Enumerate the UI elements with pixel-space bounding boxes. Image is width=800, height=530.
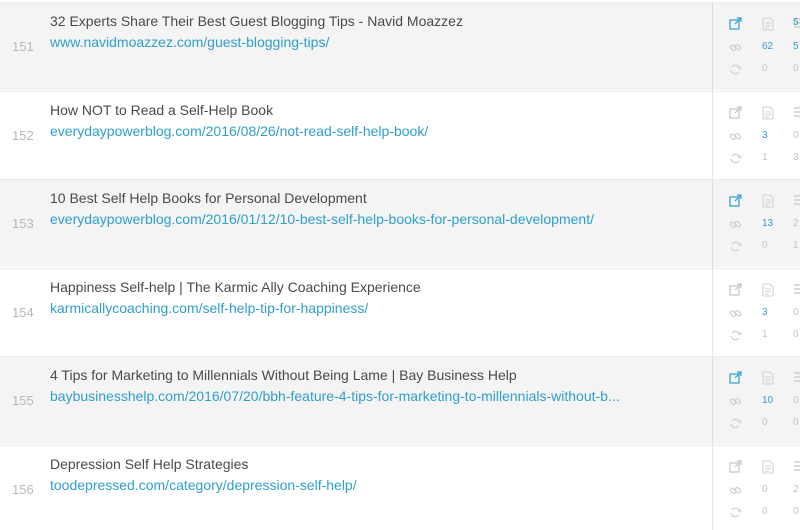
result-url-link[interactable]: everydaypowerblog.com/2016/08/26/not-rea… (50, 123, 720, 139)
external-link-icon[interactable] (729, 194, 743, 208)
result-title: Depression Self Help Strategies (50, 456, 249, 472)
side-metric-mid: 2 (793, 484, 799, 495)
row-number: 156 (12, 482, 34, 497)
page-icon (762, 194, 776, 208)
result-title: 32 Experts Share Their Best Guest Bloggi… (50, 13, 463, 29)
share-arrow-icon (729, 417, 743, 431)
share-arrow-icon (729, 63, 743, 77)
row-number: 155 (12, 393, 34, 409)
metrics-panel: 10 0 0 0 (712, 357, 800, 446)
menu-lines-icon (793, 460, 800, 474)
side-metric-bottom: 0 (793, 328, 799, 340)
side-metric-top: 5 (793, 17, 799, 28)
share-arrow-icon (729, 240, 743, 254)
result-title: 10 Best Self Help Books for Personal Dev… (50, 190, 367, 207)
result-url-link[interactable]: baybusinesshelp.com/2016/07/20/bbh-featu… (50, 388, 720, 404)
page-icon (762, 460, 776, 474)
share-arrow-icon (729, 506, 743, 520)
results-list: 151 32 Experts Share Their Best Guest Bl… (0, 0, 800, 530)
menu-lines-icon (793, 194, 800, 208)
side-metric-mid: 2 (793, 218, 799, 230)
links-count: 0 (762, 484, 768, 495)
external-link-icon[interactable] (729, 17, 743, 31)
result-url-link[interactable]: www.navidmoazzez.com/guest-blogging-tips… (50, 34, 720, 50)
metrics-panel: 3 0 1 0 (712, 268, 800, 357)
shares-count: 0 (762, 506, 768, 517)
page-icon (762, 283, 776, 297)
side-metric-mid: 0 (793, 395, 799, 407)
shares-count: 0 (762, 63, 768, 74)
link-chain-icon (729, 41, 743, 55)
row-number: 152 (12, 127, 34, 143)
menu-lines-icon (793, 371, 800, 385)
menu-lines-icon (793, 283, 800, 297)
result-row: 153 10 Best Self Help Books for Personal… (0, 179, 800, 269)
page-icon (762, 17, 776, 31)
links-count: 3 (762, 306, 768, 318)
side-metric-bottom: 0 (793, 506, 799, 517)
link-chain-icon (729, 484, 743, 498)
links-count: 62 (762, 41, 774, 52)
side-metric-bottom: 3 (793, 151, 799, 163)
result-row: 155 4 Tips for Marketing to Millennials … (0, 356, 800, 446)
row-number: 153 (12, 216, 34, 232)
result-url-link[interactable]: everydaypowerblog.com/2016/01/12/10-best… (50, 211, 720, 227)
shares-count: 0 (762, 240, 768, 252)
result-title: 4 Tips for Marketing to Millennials With… (50, 367, 517, 384)
side-metric-mid: 0 (793, 129, 799, 141)
shares-count: 1 (762, 328, 768, 340)
row-number: 151 (12, 39, 34, 54)
external-link-icon[interactable] (729, 371, 743, 385)
link-chain-icon (729, 218, 743, 232)
metrics-panel: 3 0 1 3 (712, 91, 800, 180)
side-metric-bottom: 1 (793, 240, 799, 252)
metrics-panel: 13 2 0 1 (712, 180, 800, 269)
share-arrow-icon (729, 152, 743, 166)
result-row: 152 How NOT to Read a Self-Help Book eve… (0, 90, 800, 180)
page-icon (762, 106, 776, 120)
links-count: 3 (762, 129, 768, 141)
metrics-panel: 62 5 0 0 5 (712, 3, 800, 91)
side-metric-mid: 5 (793, 41, 799, 52)
menu-lines-icon (793, 106, 800, 120)
links-count: 13 (762, 218, 774, 230)
result-title: How NOT to Read a Self-Help Book (50, 101, 274, 118)
page-icon (762, 371, 776, 385)
external-link-icon[interactable] (729, 460, 743, 474)
shares-count: 0 (762, 417, 768, 429)
result-row: 151 32 Experts Share Their Best Guest Bl… (0, 2, 800, 91)
result-row: 154 Happiness Self-help | The Karmic All… (0, 267, 800, 357)
links-count: 10 (762, 395, 774, 407)
share-arrow-icon (729, 329, 743, 343)
link-chain-icon (729, 130, 743, 144)
link-chain-icon (729, 307, 743, 321)
external-link-icon[interactable] (729, 105, 743, 120)
result-url-link[interactable]: toodepressed.com/category/depression-sel… (50, 477, 720, 493)
result-url-link[interactable]: karmicallycoaching.com/self-help-tip-for… (50, 300, 720, 316)
result-title: Happiness Self-help | The Karmic Ally Co… (50, 278, 421, 295)
external-link-icon[interactable] (729, 283, 743, 297)
result-row: 156 Depression Self Help Strategies tood… (0, 445, 800, 530)
side-metric-mid: 0 (793, 306, 799, 318)
side-metric-bottom: 0 (793, 63, 799, 74)
side-metric-bottom: 0 (793, 417, 799, 429)
shares-count: 1 (762, 151, 768, 163)
metrics-panel: 0 2 0 0 (712, 446, 800, 530)
link-chain-icon (729, 395, 743, 409)
row-number: 154 (12, 304, 34, 320)
